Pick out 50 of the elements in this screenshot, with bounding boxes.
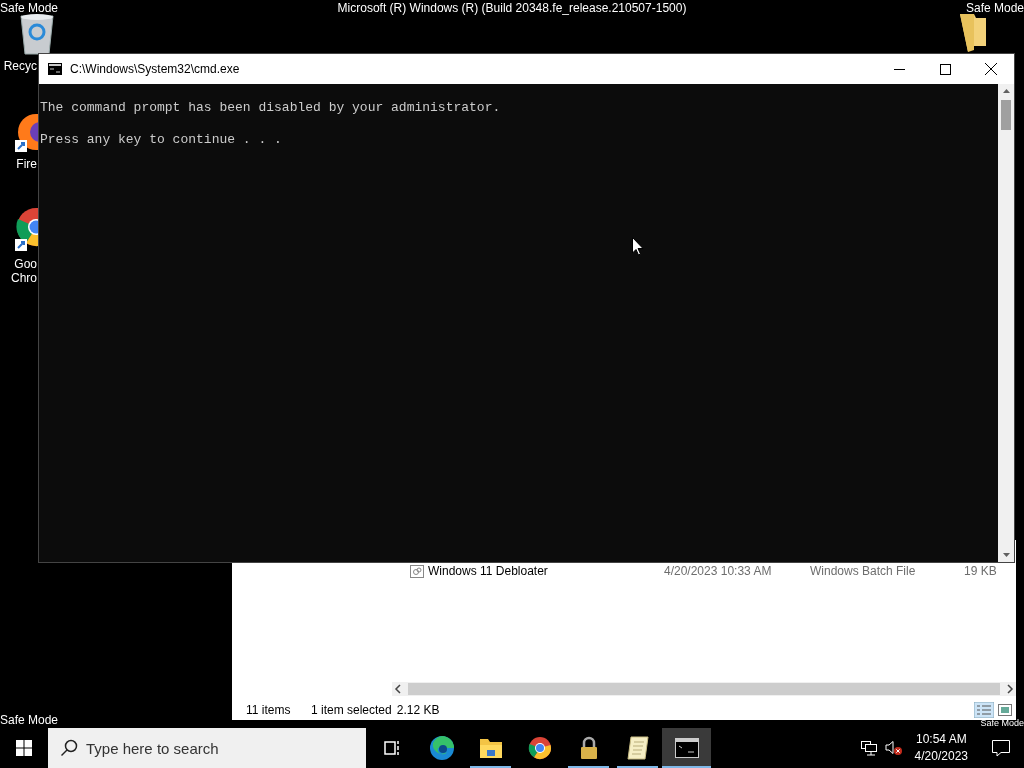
windows-logo-icon — [16, 740, 32, 756]
clock[interactable]: 10:54 AM 4/20/2023 — [914, 731, 968, 765]
task-view-icon — [382, 739, 401, 757]
safe-mode-label: Safe Mode — [0, 713, 59, 727]
safe-mode-label: Safe Mode — [965, 1, 1024, 15]
icon-label: Recyc — [3, 59, 37, 73]
vertical-scrollbar[interactable] — [998, 84, 1014, 562]
date-modified: 4/20/2023 10:33 AM — [664, 564, 773, 578]
scroll-right-icon[interactable] — [1004, 683, 1016, 695]
console-line: The command prompt has been disabled by your administrator. — [40, 100, 502, 116]
folder-icon[interactable] — [958, 12, 988, 52]
selection-size: 2.12 KB — [396, 703, 440, 717]
file-type: Windows Batch File — [810, 564, 917, 578]
edge-icon — [428, 735, 455, 761]
safe-mode-label: Safe Mode — [980, 719, 1024, 728]
muted-speaker-icon[interactable] — [884, 740, 903, 756]
selection-count: 1 item selected — [311, 703, 392, 717]
clock-date: 4/20/2023 — [914, 748, 968, 765]
recycle-bin-icon[interactable] — [18, 12, 56, 56]
window-title: C:\Windows\System32\cmd.exe — [70, 62, 240, 76]
notification-icon[interactable] — [992, 739, 1010, 757]
item-count: 11 items — [246, 703, 292, 717]
padlock-icon — [579, 736, 598, 760]
taskbar-button[interactable] — [662, 728, 711, 768]
build-text: Microsoft (R) Windows (R) (Build 20348.fe_release.210507-1500) — [337, 1, 687, 15]
console-line: Press any key to continue . . . — [40, 132, 283, 148]
batch-file-icon — [410, 564, 424, 578]
chrome-icon[interactable] — [527, 736, 552, 760]
folder-icon — [478, 737, 503, 759]
scroll-icon — [626, 736, 649, 760]
scroll-thumb[interactable] — [408, 683, 1000, 695]
icon-label: Goo — [14, 257, 37, 271]
icon-label: Fire — [16, 157, 37, 171]
large-icons-view-icon[interactable] — [998, 704, 1012, 716]
mouse-cursor-icon — [632, 237, 644, 256]
scroll-thumb[interactable] — [1001, 100, 1011, 130]
icon-label: Chro — [11, 271, 37, 285]
terminal-icon — [48, 63, 62, 75]
search-icon — [60, 739, 78, 757]
safe-mode-label: Safe Mode — [0, 1, 59, 15]
scroll-left-icon[interactable] — [392, 683, 404, 695]
search-field[interactable]: Type here to search — [48, 728, 366, 768]
file-size: 19 KB — [964, 564, 997, 578]
clock-time: 10:54 AM — [915, 731, 967, 748]
file-name[interactable]: Windows 11 Debloater — [428, 564, 664, 578]
network-icon[interactable] — [860, 740, 877, 756]
maximize-icon — [939, 63, 951, 75]
horizontal-scrollbar[interactable] — [392, 682, 1016, 696]
close-icon — [985, 63, 997, 75]
terminal-icon — [674, 738, 699, 758]
